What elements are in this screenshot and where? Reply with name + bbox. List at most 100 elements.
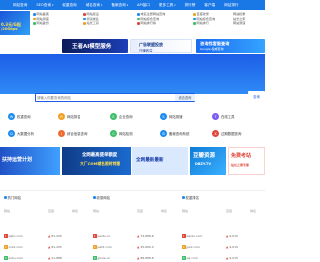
rank-icon: R (58, 113, 65, 120)
side-query-button[interactable]: 查询 (248, 91, 265, 101)
link-item[interactable]: 网站排行 (193, 21, 215, 26)
chevron-down-icon: ▾ (126, 3, 129, 7)
ad-banner-4[interactable]: 豆瓣资源 DBZY.TV (190, 147, 226, 175)
nav-item-icp[interactable]: 备案查询 ▾ (108, 3, 131, 8)
nav-item-site[interactable]: 网站查询 (10, 3, 30, 8)
column-header: 百度 (226, 209, 233, 213)
tab-weight-rank[interactable]: 权重排名 (182, 195, 199, 200)
nav-item-weight[interactable]: 权重查询 (59, 3, 79, 8)
ad-banner-1[interactable]: 扶持运营计划 (0, 147, 60, 175)
speed-icon: S (160, 113, 167, 120)
tile-weight[interactable]: W 权重查询 (8, 113, 31, 120)
link-item[interactable]: 网站测速 (233, 21, 245, 26)
site-name: qqtn.com (8, 234, 23, 238)
expired-icon: X (212, 130, 219, 137)
chevron-down-icon: ▾ (101, 3, 103, 7)
column-header: 网站 (4, 209, 11, 213)
rank-badge: 3 (93, 256, 97, 260)
bullet-icon (83, 17, 86, 21)
bullet-icon (33, 13, 36, 16)
column-header: 网站 (93, 209, 100, 213)
tab-hot-sites[interactable]: 热门网站 (4, 195, 21, 200)
tile-check[interactable]: C 网站检测 (110, 130, 133, 137)
tile-label: 网站检测 (119, 132, 133, 136)
ad-banner-3[interactable]: 全网最新最新 (132, 147, 188, 175)
tools-icon: T (212, 113, 219, 120)
tile-label: 网站排名 (67, 115, 81, 119)
bullet-icon (83, 13, 86, 16)
bullet-icon (137, 17, 140, 21)
site-value: 74,888,8 (140, 234, 154, 238)
tile-icp[interactable]: B 备案查询系统 (160, 130, 189, 137)
bullet-icon (33, 22, 36, 25)
site-value: 81,205 (51, 234, 62, 238)
rank-badge: 3 (4, 256, 8, 260)
banner-ai-model[interactable]: 王者AI模型服务 (62, 39, 128, 53)
table-row[interactable]: 2 cnzz.com (4, 245, 23, 249)
ad-banner-2[interactable]: 全网最高提单额度 大厂COM域名限时特惠 (62, 147, 131, 175)
nav-item-domain[interactable]: 域名查询 ▾ (83, 3, 106, 8)
nav-item-client[interactable]: 客户端 (201, 3, 218, 8)
divider (0, 190, 265, 191)
link-column-3: 域名注册网站查询 网站综合查询 网站排行榜 (137, 12, 165, 26)
ad-subtitle: DBZY.TV (195, 162, 211, 166)
link-item[interactable]: 站长工具 (83, 21, 99, 26)
banner-consult[interactable]: 咨询找客服查询 Google 权威查询 (196, 39, 265, 53)
tile-speed[interactable]: S 网站测速 (160, 113, 183, 120)
tile-info[interactable]: I 综合信息查询 (58, 130, 87, 137)
table-row[interactable]: 2 jjwx.com (182, 245, 200, 249)
column-header: 网站 (182, 209, 189, 213)
ad-title: 扶持运营计划 (2, 157, 33, 163)
table-row[interactable]: 1 baidu.com (182, 234, 202, 238)
nav-item-seo[interactable]: SEO查询 ▾ (33, 3, 56, 8)
link-label: 站长工具 (86, 21, 99, 26)
link-item[interactable]: 网站备份 (33, 21, 49, 26)
bullet-icon (137, 13, 140, 16)
ad-title: 豆瓣资源 (193, 153, 216, 159)
nav-label: 排行榜 (184, 2, 196, 7)
table-cell: ▲ 81,205 (48, 234, 62, 238)
tile-bigdata[interactable]: D 大数据分析 (8, 130, 34, 137)
table-row[interactable]: 2 pet2.com (93, 245, 112, 249)
table-cell: ▲ 9,015 (226, 234, 238, 238)
data-icon: D (8, 130, 15, 137)
table-cell: ▲ 21,888 (48, 256, 62, 260)
tile-expired[interactable]: X 过期数据查询 (212, 130, 241, 137)
table-row[interactable]: 3 goole.cn (93, 256, 110, 260)
promo-banner-left[interactable]: 0.3元/G起 /20Gbps (0, 11, 30, 35)
nav-item-rank[interactable]: 排行榜 (182, 3, 199, 8)
ad-banner-5[interactable]: 免费考站 站长之家专享 (228, 147, 265, 175)
tile-enterprise[interactable]: E 企业查询 (110, 113, 133, 120)
table-row[interactable]: 3 sohu.com (4, 256, 23, 260)
bullet-icon (137, 22, 140, 25)
search-button[interactable]: 综合查询 (175, 94, 195, 101)
tile-rank[interactable]: R 网站排名 (58, 113, 81, 120)
site-name: jiaotu.cn (97, 234, 111, 238)
ad-subtitle: 站长之家专享 (231, 163, 250, 167)
link-column-5: 网站权重 站长之家 网站测速 (233, 12, 245, 26)
search-input[interactable] (37, 95, 157, 101)
nav-item-tools[interactable]: 更多工具 ▾ (156, 3, 179, 8)
tab-icon (93, 196, 96, 199)
bullet-icon (193, 17, 196, 21)
column-header: 排名 (250, 209, 257, 213)
nav-item-api[interactable]: API接口 (134, 3, 153, 8)
table-row[interactable]: 1 jiaotu.cn (93, 234, 110, 238)
table-row[interactable]: 3 qq.com (182, 256, 198, 260)
banner-ad-alliance[interactable]: 广告联盟投放 日赚收益 (130, 39, 192, 53)
rank-badge: 1 (182, 234, 186, 238)
site-value: 21,888 (51, 256, 62, 260)
tab-indexed-sites[interactable]: 收录网站 (93, 195, 110, 200)
nav-label: 权重查询 (62, 2, 77, 7)
nav-item-siterank[interactable]: 网站排行 (221, 3, 241, 8)
tab-label: 权重排名 (185, 196, 200, 200)
link-column-4: 百度收录 网站综合查询 网站排行 (193, 12, 215, 26)
info-icon: I (58, 130, 65, 137)
link-item[interactable]: 网站排行榜 (137, 21, 165, 26)
search-hero (0, 54, 265, 94)
table-row[interactable]: 1 qqtn.com (4, 234, 23, 238)
tile-tools[interactable]: T 在线工具 (212, 113, 235, 120)
nav-label: SEO查询 (36, 2, 51, 7)
bullet-icon (33, 17, 36, 21)
table-cell: ▲ 74,888,8 (137, 234, 154, 238)
